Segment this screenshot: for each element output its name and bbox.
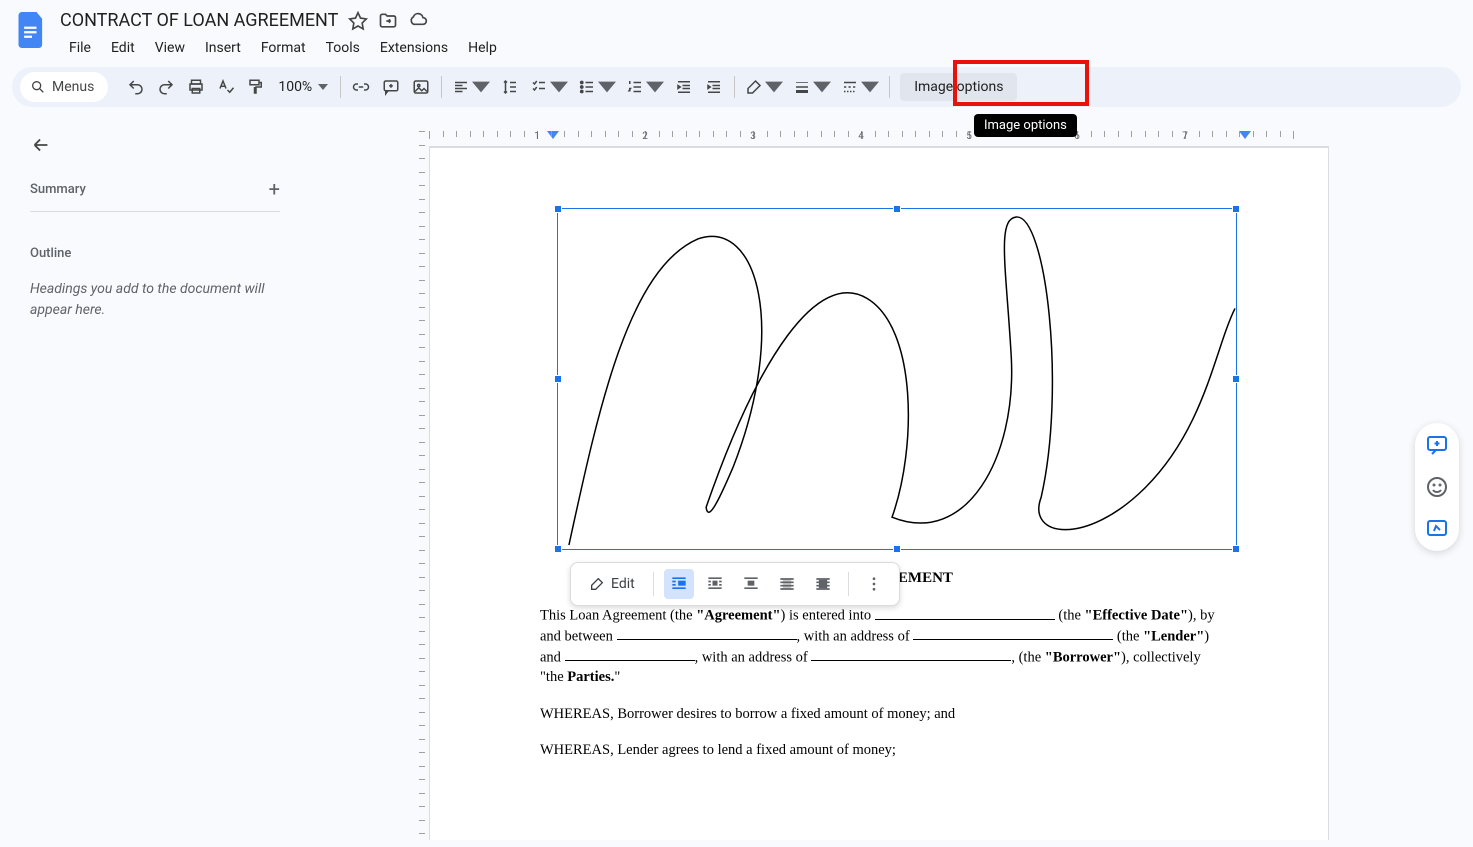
app-header: CONTRACT OF LOAN AGREEMENT File Edit Vie… — [0, 0, 1473, 67]
menu-tools[interactable]: Tools — [317, 35, 369, 61]
menus-search-button[interactable]: Menus — [20, 72, 108, 102]
menus-label: Menus — [52, 79, 94, 95]
border-color-button[interactable] — [741, 73, 787, 101]
menubar: File Edit View Insert Format Tools Exten… — [60, 33, 1459, 67]
border-weight-button[interactable] — [789, 73, 835, 101]
border-dash-button[interactable] — [837, 73, 883, 101]
menu-view[interactable]: View — [146, 35, 194, 61]
edit-image-button[interactable]: Edit — [581, 572, 643, 596]
edit-label: Edit — [611, 576, 635, 592]
decrease-indent-button[interactable] — [670, 73, 698, 101]
insert-image-button[interactable] — [407, 73, 435, 101]
increase-indent-button[interactable] — [700, 73, 728, 101]
resize-handle-tl[interactable] — [554, 205, 562, 213]
add-comment-side-button[interactable] — [1425, 433, 1449, 457]
right-indent-marker[interactable] — [1239, 131, 1251, 139]
resize-handle-tr[interactable] — [1232, 205, 1240, 213]
left-indent-marker[interactable] — [547, 131, 559, 139]
insert-link-button[interactable] — [347, 73, 375, 101]
menu-format[interactable]: Format — [252, 35, 315, 61]
wrap-text-button[interactable] — [700, 569, 730, 599]
add-summary-button[interactable]: + — [269, 177, 280, 201]
chevron-down-icon — [318, 84, 328, 90]
emoji-reaction-button[interactable] — [1425, 475, 1449, 499]
menu-help[interactable]: Help — [459, 35, 506, 61]
resize-handle-ml[interactable] — [554, 375, 562, 383]
horizontal-ruler[interactable]: 1234567 — [429, 131, 1329, 147]
search-icon — [30, 79, 46, 95]
image-inline-toolbar: Edit — [570, 562, 900, 606]
resize-handle-mr[interactable] — [1232, 375, 1240, 383]
zoom-select[interactable]: 100% — [272, 79, 334, 95]
outline-empty-text: Headings you add to the document will ap… — [30, 279, 290, 321]
wrap-inline-button[interactable] — [664, 569, 694, 599]
cloud-status-icon[interactable] — [408, 11, 428, 31]
selected-image[interactable] — [557, 208, 1237, 550]
summary-label: Summary — [30, 182, 86, 197]
bulleted-list-button[interactable] — [574, 73, 620, 101]
zoom-value: 100% — [278, 79, 312, 95]
document-title[interactable]: CONTRACT OF LOAN AGREEMENT — [60, 10, 338, 31]
infront-text-button[interactable] — [808, 569, 838, 599]
paint-format-button[interactable] — [242, 73, 270, 101]
outline-label: Outline — [30, 246, 385, 261]
more-image-options-button[interactable] — [859, 569, 889, 599]
menu-edit[interactable]: Edit — [102, 35, 144, 61]
document-page[interactable]: Edit AN AGREEMENT This Loan Agreement (t… — [429, 147, 1329, 840]
redo-button[interactable] — [152, 73, 180, 101]
resize-handle-tm[interactable] — [893, 205, 901, 213]
doc-paragraph-2: WHEREAS, Borrower desires to borrow a fi… — [540, 704, 1218, 724]
move-folder-icon[interactable] — [378, 11, 398, 31]
resize-handle-br[interactable] — [1232, 545, 1240, 553]
line-spacing-button[interactable] — [496, 73, 524, 101]
toolbar: Menus 100% Image options — [12, 67, 1461, 107]
undo-button[interactable] — [122, 73, 150, 101]
behind-text-button[interactable] — [772, 569, 802, 599]
chevron-down-icon — [472, 78, 490, 96]
collapse-outline-button[interactable] — [30, 131, 58, 159]
add-comment-button[interactable] — [377, 73, 405, 101]
star-icon[interactable] — [348, 11, 368, 31]
menu-extensions[interactable]: Extensions — [371, 35, 457, 61]
doc-paragraph-3: WHEREAS, Lender agrees to lend a fixed a… — [540, 740, 1218, 760]
spellcheck-button[interactable] — [212, 73, 240, 101]
resize-handle-bm[interactable] — [893, 545, 901, 553]
suggest-edits-button[interactable] — [1425, 517, 1449, 541]
print-button[interactable] — [182, 73, 210, 101]
menu-insert[interactable]: Insert — [196, 35, 250, 61]
align-button[interactable] — [448, 73, 494, 101]
vertical-ruler[interactable] — [415, 131, 429, 840]
outline-panel: Summary + Outline Headings you add to th… — [0, 113, 415, 840]
doc-paragraph-1: This Loan Agreement (the "Agreement") is… — [540, 605, 1218, 688]
docs-logo[interactable] — [14, 8, 50, 52]
pencil-icon — [589, 576, 605, 592]
image-options-label: Image options — [914, 79, 1003, 95]
numbered-list-button[interactable] — [622, 73, 668, 101]
image-options-button[interactable]: Image options — [900, 73, 1017, 101]
break-text-button[interactable] — [736, 569, 766, 599]
resize-handle-bl[interactable] — [554, 545, 562, 553]
drawing-content — [558, 209, 1236, 549]
page-container: 1234567 Edit — [415, 113, 1473, 840]
checklist-button[interactable] — [526, 73, 572, 101]
side-action-pill — [1415, 423, 1459, 551]
image-options-tooltip: Image options — [974, 114, 1077, 137]
menu-file[interactable]: File — [60, 35, 100, 61]
